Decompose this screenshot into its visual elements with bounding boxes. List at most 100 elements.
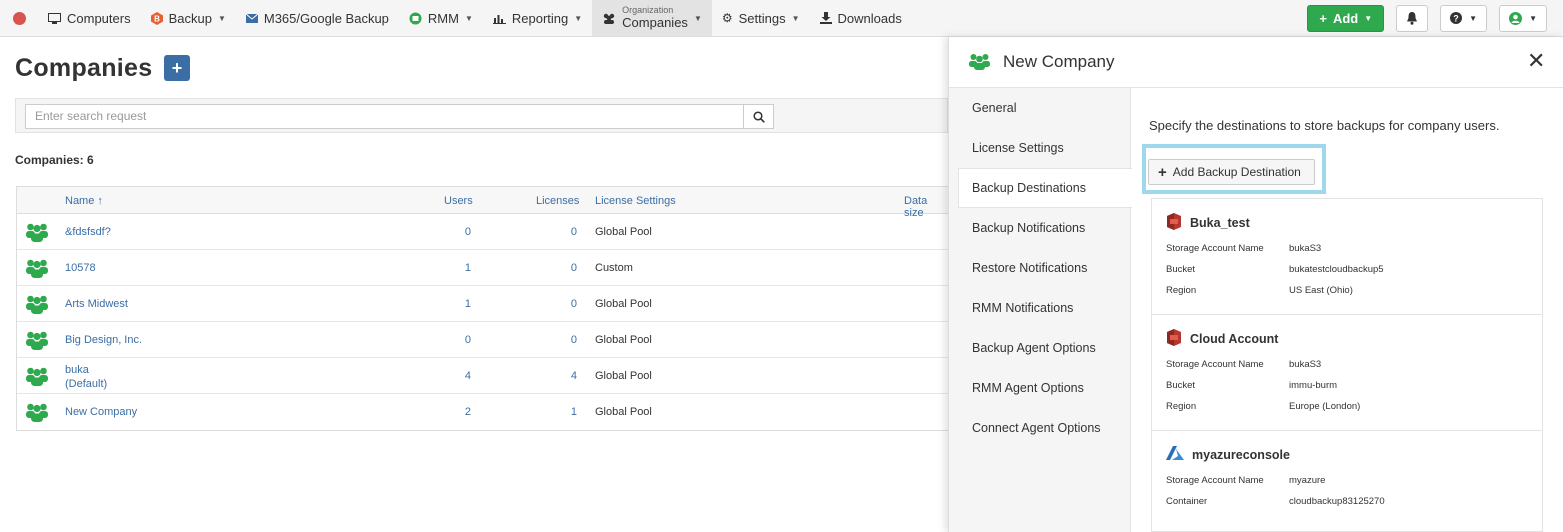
column-header-users[interactable]: Users — [444, 195, 473, 207]
download-icon — [819, 12, 832, 24]
chevron-down-icon: ▼ — [1529, 13, 1537, 23]
field-value: bukatestcloudbackup5 — [1289, 264, 1384, 275]
table-row[interactable]: &fdsfsdf? 0 0 Global Pool — [17, 214, 948, 250]
company-name[interactable]: Arts Midwest — [65, 298, 128, 310]
nav-right-group: + Add ▼ ? ▼ ▼ — [1307, 0, 1563, 36]
plus-icon: + — [1319, 10, 1327, 26]
add-button-label: Add — [1332, 10, 1359, 26]
field-label: Region — [1166, 285, 1197, 296]
company-group-icon — [26, 294, 48, 317]
field-value: US East (Ohio) — [1289, 285, 1353, 296]
search-button[interactable] — [743, 104, 774, 129]
azure-icon — [1166, 446, 1184, 463]
tab-rmm-notifications[interactable]: RMM Notifications — [949, 288, 1130, 328]
nav-computers-label: Computers — [67, 10, 131, 26]
nav-reporting[interactable]: Reporting ▼ — [483, 0, 592, 36]
destination-field: Region US East (Ohio) — [1166, 280, 1528, 301]
gear-icon: ⚙ — [721, 11, 733, 25]
company-license-settings: Global Pool — [595, 226, 652, 238]
company-users[interactable]: 0 — [457, 226, 471, 238]
table-row[interactable]: New Company 2 1 Global Pool — [17, 394, 948, 430]
company-name[interactable]: buka (Default) — [65, 363, 107, 391]
help-button[interactable]: ? ▼ — [1440, 4, 1488, 32]
column-header-license-settings[interactable]: License Settings — [595, 195, 676, 207]
company-name-text: buka — [65, 364, 89, 376]
company-license-settings: Global Pool — [595, 334, 652, 346]
tab-rmm-agent-options[interactable]: RMM Agent Options — [949, 368, 1130, 408]
envelope-icon — [245, 13, 258, 23]
field-label: Bucket — [1166, 264, 1196, 275]
company-licenses[interactable]: 4 — [557, 370, 577, 382]
destination-name: myazureconsole — [1192, 447, 1290, 462]
nav-organization[interactable]: Organization Companies ▼ — [592, 0, 712, 36]
logo-icon[interactable] — [0, 0, 38, 36]
search-input[interactable]: Enter search request — [25, 104, 744, 129]
destination-card[interactable]: Buka_test Storage Account Name bukaS3 Bucke… — [1152, 199, 1542, 315]
tab-general[interactable]: General — [949, 88, 1130, 128]
user-menu-button[interactable]: ▼ — [1499, 4, 1547, 32]
destination-name: Cloud Account — [1190, 331, 1279, 346]
tab-backup-notifications[interactable]: Backup Notifications — [949, 208, 1130, 248]
destination-card[interactable]: myazureconsole Storage Account Name myazur… — [1152, 431, 1542, 531]
destination-field: Bucket bukatestcloudbackup5 — [1166, 259, 1528, 280]
nav-settings[interactable]: ⚙ Settings ▼ — [712, 0, 810, 36]
company-name[interactable]: New Company — [65, 406, 137, 418]
search-icon — [752, 110, 765, 123]
nav-rmm[interactable]: RMM ▼ — [399, 0, 483, 36]
chevron-down-icon: ▼ — [217, 13, 226, 23]
company-name[interactable]: 10578 — [65, 262, 96, 274]
company-users[interactable]: 2 — [457, 406, 471, 418]
rmm-icon — [409, 12, 422, 24]
field-label: Container — [1166, 496, 1208, 507]
notifications-button[interactable] — [1396, 4, 1429, 32]
nav-rmm-label: RMM — [427, 10, 459, 26]
add-button[interactable]: + Add ▼ — [1307, 4, 1385, 32]
panel-tabs: General License Settings Backup Destinatio… — [949, 88, 1132, 532]
tab-license-settings[interactable]: License Settings — [949, 128, 1130, 168]
chevron-down-icon: ▼ — [1364, 13, 1373, 23]
destination-header: Buka_test — [1166, 212, 1528, 232]
company-name[interactable]: Big Design, Inc. — [65, 334, 142, 346]
destinations-list: Buka_test Storage Account Name bukaS3 Bucke… — [1151, 198, 1543, 532]
company-users[interactable]: 1 — [457, 262, 471, 274]
add-company-button[interactable]: + — [164, 55, 190, 81]
column-header-name[interactable]: Name ↑ — [65, 195, 103, 207]
add-backup-destination-button[interactable]: + Add Backup Destination — [1148, 159, 1315, 185]
column-header-licenses[interactable]: Licenses — [536, 195, 579, 207]
company-licenses[interactable]: 0 — [557, 226, 577, 238]
nav-m365[interactable]: M365/Google Backup — [236, 0, 399, 36]
tab-backup-agent-options[interactable]: Backup Agent Options — [949, 328, 1130, 368]
company-users[interactable]: 0 — [457, 334, 471, 346]
field-label: Storage Account Name — [1166, 359, 1264, 370]
table-row[interactable]: buka (Default) 4 4 Global Pool — [17, 358, 948, 394]
destination-field: Bucket immu-burm — [1166, 375, 1528, 396]
nav-org-big: Companies — [622, 14, 688, 30]
table-row[interactable]: 10578 1 0 Custom — [17, 250, 948, 286]
destination-field: Storage Account Name bukaS3 — [1166, 354, 1528, 375]
tab-restore-notifications[interactable]: Restore Notifications — [949, 248, 1130, 288]
destination-card[interactable]: Cloud Account Storage Account Name bukaS3 B… — [1152, 315, 1542, 431]
field-value: immu-burm — [1289, 380, 1338, 391]
nav-downloads[interactable]: Downloads — [810, 0, 912, 36]
company-licenses[interactable]: 1 — [557, 406, 577, 418]
destinations-description: Specify the destinations to store backup… — [1149, 118, 1500, 133]
company-name[interactable]: &fdsfsdf? — [65, 226, 111, 238]
tab-backup-destinations[interactable]: Backup Destinations — [958, 168, 1132, 208]
nav-computers[interactable]: Computers — [38, 0, 141, 36]
question-icon: ? — [1450, 12, 1463, 24]
nav-backup[interactable]: B Backup ▼ — [141, 0, 236, 36]
destination-name: Buka_test — [1190, 215, 1250, 230]
table-row[interactable]: Arts Midwest 1 0 Global Pool — [17, 286, 948, 322]
close-icon[interactable]: ✕ — [1527, 48, 1545, 74]
company-users[interactable]: 4 — [457, 370, 471, 382]
company-icon — [969, 54, 990, 70]
company-users[interactable]: 1 — [457, 298, 471, 310]
company-licenses[interactable]: 0 — [557, 262, 577, 274]
chevron-down-icon: ▼ — [574, 13, 583, 23]
tab-connect-agent-options[interactable]: Connect Agent Options — [949, 408, 1130, 448]
table-row[interactable]: Big Design, Inc. 0 0 Global Pool — [17, 322, 948, 358]
aws-s3-icon — [1166, 328, 1182, 349]
nav-reporting-label: Reporting — [511, 10, 569, 26]
company-licenses[interactable]: 0 — [557, 334, 577, 346]
company-licenses[interactable]: 0 — [557, 298, 577, 310]
